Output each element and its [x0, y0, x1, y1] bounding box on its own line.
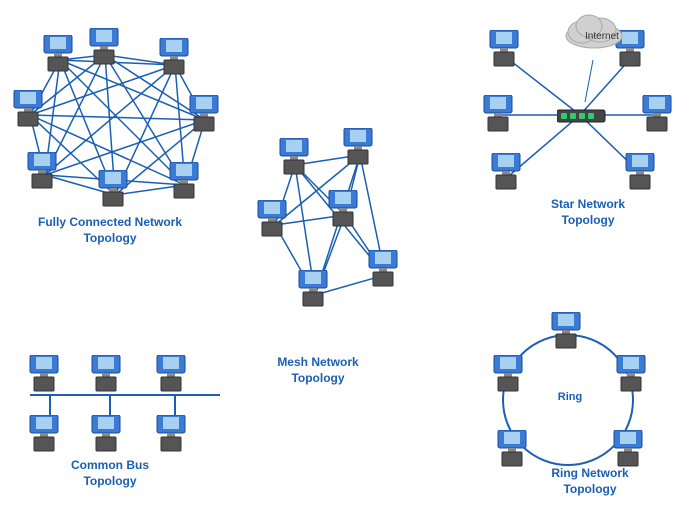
bus-computer-5 — [90, 415, 126, 455]
ring-computer-topright — [615, 355, 651, 395]
star-computer-5 — [490, 153, 526, 193]
fc-computer-h — [42, 35, 78, 75]
mesh-computer-2 — [342, 128, 378, 168]
ring-center-label: Ring — [540, 390, 600, 404]
mesh-label: Mesh NetworkTopology — [258, 355, 378, 386]
mesh-computer-4 — [327, 190, 363, 230]
fc-computer-g — [12, 90, 48, 130]
ring-computer-topleft — [492, 355, 528, 395]
network-topology-diagram: Fully Connected NetworkTopology Mesh Net… — [0, 0, 700, 518]
ring-computer-botleft — [496, 430, 532, 470]
mesh-computer-5 — [297, 270, 333, 310]
bus-computer-1 — [28, 355, 64, 395]
ring-label: Ring NetworkTopology — [530, 466, 650, 497]
star-computer-6 — [624, 153, 660, 193]
ring-computer-botright — [612, 430, 648, 470]
bus-computer-4 — [28, 415, 64, 455]
mesh-computer-6 — [367, 250, 403, 290]
star-label: Star NetworkTopology — [528, 197, 648, 228]
common-bus-label: Common BusTopology — [40, 458, 180, 489]
bus-computer-2 — [90, 355, 126, 395]
internet-label: Internet — [572, 30, 632, 43]
mesh-computer-3 — [256, 200, 292, 240]
fully-connected-label: Fully Connected NetworkTopology — [30, 215, 190, 246]
fc-computer-f — [26, 152, 62, 192]
bus-computer-6 — [155, 415, 191, 455]
fc-computer-e — [97, 170, 133, 210]
mesh-computer-1 — [278, 138, 314, 178]
fc-computer-a — [88, 28, 124, 68]
fc-computer-b — [158, 38, 194, 78]
star-computer-1 — [488, 30, 524, 70]
bus-computer-3 — [155, 355, 191, 395]
star-computer-4 — [641, 95, 677, 135]
internet-cloud — [562, 8, 627, 50]
star-computer-3 — [482, 95, 518, 135]
star-hub — [557, 108, 607, 126]
fc-computer-d — [168, 162, 204, 202]
fc-computer-c — [188, 95, 224, 135]
ring-computer-top — [550, 312, 586, 352]
